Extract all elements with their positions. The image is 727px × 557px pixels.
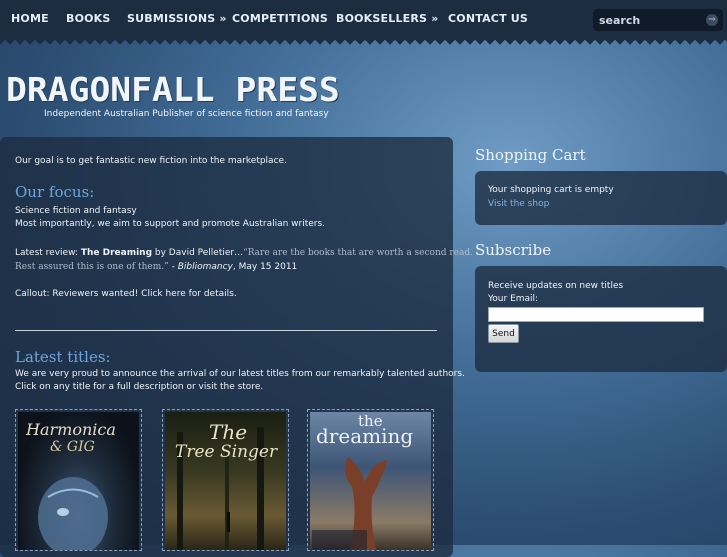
review-date: , May 15 2011 — [232, 262, 298, 272]
book-cover-the-tree-singer[interactable]: The Tree Singer — [162, 409, 289, 551]
email-label: Your Email: — [488, 294, 539, 304]
cover-art: Harmonica & GIG — [18, 412, 139, 550]
book-1-title-line-1: Harmonica — [26, 420, 116, 439]
review-quote-1: “Rare are the books that are worth a sec… — [243, 248, 473, 258]
book-1-title-line-2: & GIG — [50, 439, 95, 455]
visit-shop-link[interactable]: Visit the shop — [488, 199, 549, 209]
callout-suffix: for details. — [185, 289, 237, 299]
review-title-link[interactable]: The Dreaming — [81, 248, 152, 258]
latest-titles-line-1: We are very proud to announce the arriva… — [15, 369, 465, 379]
callout-here-link[interactable]: here — [165, 289, 185, 299]
subscribe-box: Receive updates on new titles Your Email… — [475, 266, 727, 372]
site-logo[interactable]: DRAGONFALL PRESS — [6, 70, 340, 109]
review-quote-2: Rest assured this is one of them.” — [15, 262, 169, 272]
review-prefix: Latest review: — [15, 248, 81, 258]
review-dash: - — [168, 262, 178, 272]
top-nav: HOME BOOKS SUBMISSIONS » COMPETITIONS BO… — [0, 0, 727, 40]
search-box: ⇒ — [593, 9, 723, 31]
book-cover-harmonica-and-gig[interactable]: Harmonica & GIG — [15, 409, 142, 551]
cart-empty-text: Your shopping cart is empty — [488, 185, 614, 195]
subscribe-title: Subscribe — [475, 241, 552, 259]
latest-titles-line-2: Click on any title for a full descriptio… — [15, 382, 264, 392]
intro-text: Our goal is to get fantastic new fiction… — [15, 156, 287, 166]
send-button[interactable]: Send — [488, 324, 519, 343]
callout-prefix: Callout: Reviewers wanted! Click — [15, 289, 166, 299]
nav-home[interactable]: HOME — [11, 12, 49, 25]
nav-books[interactable]: BOOKS — [66, 12, 111, 25]
nav-competitions[interactable]: COMPETITIONS — [232, 12, 328, 25]
review-by: by David Pelletier… — [152, 248, 244, 258]
book-2-title-line-1: The — [209, 420, 248, 444]
focus-line-1: Science fiction and fantasy — [15, 206, 137, 216]
cover-art: the dreaming — [310, 412, 431, 550]
search-go-icon[interactable]: ⇒ — [706, 14, 718, 26]
callout-line: Callout: Reviewers wanted! Click here fo… — [15, 288, 237, 301]
book-2-title-line-2: Tree Singer — [175, 442, 278, 462]
site-tagline: Independent Australian Publisher of scie… — [44, 109, 329, 119]
cover-art: The Tree Singer — [165, 412, 286, 550]
nav-submissions[interactable]: SUBMISSIONS » — [127, 12, 227, 25]
review-source: Bibliomancy — [177, 262, 233, 272]
shopping-cart-title: Shopping Cart — [475, 146, 586, 164]
latest-review-line-2: Rest assured this is one of them.” - Bib… — [15, 261, 297, 274]
nav-booksellers[interactable]: BOOKSELLERS » — [336, 12, 439, 25]
content-divider — [15, 330, 437, 331]
latest-review-line: Latest review: The Dreaming by David Pel… — [15, 247, 473, 260]
latest-titles-heading: Latest titles: — [15, 348, 111, 366]
focus-heading: Our focus: — [15, 183, 95, 201]
nav-zigzag-edge — [0, 38, 727, 48]
focus-line-2: Most importantly, we aim to support and … — [15, 219, 326, 229]
search-input[interactable] — [599, 13, 699, 27]
shopping-cart-box: Your shopping cart is empty Visit the sh… — [475, 171, 727, 225]
book-cover-the-dreaming[interactable]: the dreaming — [307, 409, 434, 551]
nav-contact-us[interactable]: CONTACT US — [448, 12, 528, 25]
subscribe-text: Receive updates on new titles — [488, 281, 624, 291]
email-field[interactable] — [488, 307, 704, 322]
book-3-title-line-2: dreaming — [316, 424, 414, 448]
